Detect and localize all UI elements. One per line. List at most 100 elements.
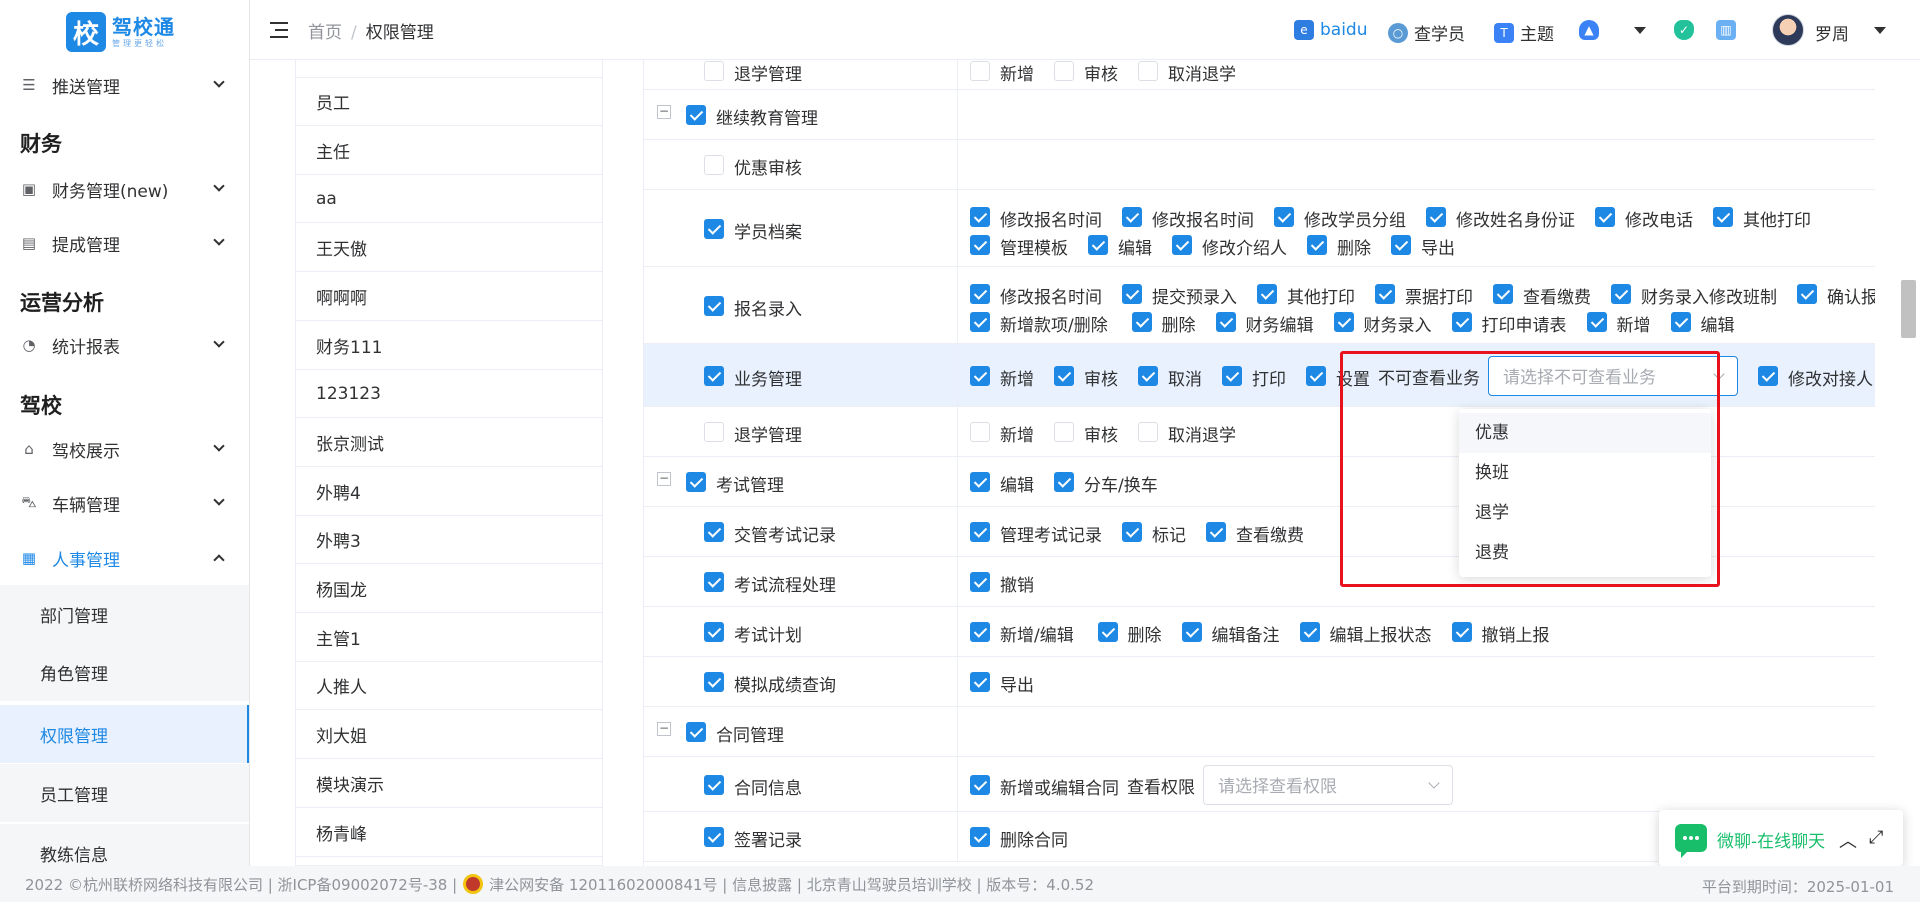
sidebar-subitem-staff[interactable]: 员工管理 bbox=[0, 764, 249, 822]
module-checkbox[interactable] bbox=[686, 105, 706, 125]
operation-checkbox[interactable] bbox=[1097, 622, 1118, 642]
role-row[interactable]: 外聘4 bbox=[296, 468, 602, 516]
operation-checkbox[interactable] bbox=[1299, 622, 1320, 642]
role-row[interactable]: 刘大姐 bbox=[296, 711, 602, 760]
sidebar-item-push[interactable]: ☰ 推送管理 bbox=[0, 62, 249, 108]
sidebar-item-finance[interactable]: ▣ 财务管理(new) bbox=[0, 166, 249, 212]
operation-checkbox[interactable] bbox=[970, 311, 990, 332]
operation-checkbox[interactable] bbox=[1375, 283, 1395, 304]
operation-checkbox[interactable] bbox=[1306, 365, 1326, 386]
role-row[interactable]: 张京测试 bbox=[296, 419, 602, 467]
module-checkbox[interactable] bbox=[704, 522, 724, 542]
scrollbar-thumb[interactable] bbox=[1901, 280, 1916, 338]
collapse-toggle-icon[interactable]: − bbox=[657, 105, 671, 119]
operation-checkbox[interactable] bbox=[1131, 311, 1152, 332]
role-row[interactable]: 主任 bbox=[296, 127, 602, 175]
operation-checkbox[interactable] bbox=[1138, 422, 1158, 442]
operation-checkbox[interactable] bbox=[970, 61, 990, 81]
operation-checkbox[interactable] bbox=[970, 472, 990, 492]
operation-checkbox[interactable] bbox=[1138, 61, 1158, 81]
security-button[interactable]: ✓ bbox=[1674, 20, 1700, 40]
sidebar-item-reports[interactable]: ◔ 统计报表 bbox=[0, 322, 249, 368]
operation-checkbox[interactable] bbox=[1122, 206, 1142, 227]
operation-checkbox[interactable] bbox=[970, 774, 990, 795]
user-dropdown[interactable] bbox=[1874, 27, 1886, 34]
operation-checkbox[interactable] bbox=[1670, 311, 1691, 332]
role-row[interactable]: 123123 bbox=[296, 370, 602, 419]
user-name[interactable]: 罗周 bbox=[1815, 20, 1849, 45]
operation-checkbox[interactable] bbox=[970, 672, 990, 692]
operation-checkbox[interactable] bbox=[1586, 311, 1607, 332]
operation-checkbox[interactable] bbox=[1054, 422, 1074, 442]
sidebar-subitem-departments[interactable]: 部门管理 bbox=[0, 585, 249, 643]
more-dropdown[interactable] bbox=[1634, 27, 1646, 34]
operation-checkbox[interactable] bbox=[1122, 283, 1142, 304]
module-checkbox[interactable] bbox=[704, 295, 724, 316]
online-chat-widget[interactable]: 微聊-在线聊天 ︿ ⤢ bbox=[1659, 810, 1903, 866]
operation-checkbox[interactable] bbox=[970, 572, 990, 592]
module-checkbox[interactable] bbox=[704, 61, 724, 81]
operation-checkbox[interactable] bbox=[970, 206, 990, 227]
operation-checkbox[interactable] bbox=[1122, 522, 1142, 542]
module-checkbox[interactable] bbox=[704, 572, 724, 592]
sidebar-subitem-roles[interactable]: 角色管理 bbox=[0, 643, 249, 701]
search-student-link[interactable]: ○ 查学员 bbox=[1388, 20, 1465, 45]
operation-checkbox[interactable] bbox=[970, 622, 990, 642]
operation-checkbox[interactable] bbox=[1215, 311, 1236, 332]
sidebar-item-commission[interactable]: ▤ 提成管理 bbox=[0, 220, 249, 266]
operation-checkbox[interactable] bbox=[1054, 472, 1074, 492]
module-checkbox[interactable] bbox=[704, 774, 724, 795]
expand-icon[interactable]: ⤢ bbox=[1869, 827, 1883, 848]
collapse-toggle-icon[interactable]: − bbox=[657, 722, 671, 736]
operation-checkbox[interactable] bbox=[1391, 234, 1411, 255]
role-row[interactable]: 王天傲 bbox=[296, 224, 602, 273]
role-row[interactable]: 模块演示 bbox=[296, 760, 602, 808]
role-row[interactable] bbox=[296, 60, 602, 78]
operation-checkbox[interactable] bbox=[1451, 311, 1472, 332]
operation-checkbox[interactable] bbox=[970, 522, 990, 542]
operation-checkbox[interactable] bbox=[1138, 365, 1158, 386]
operation-checkbox[interactable] bbox=[970, 365, 990, 386]
role-row[interactable]: 主管1 bbox=[296, 614, 602, 662]
operation-checkbox[interactable] bbox=[1172, 234, 1192, 255]
operation-checkbox[interactable] bbox=[1758, 365, 1778, 386]
operation-checkbox[interactable] bbox=[1426, 206, 1446, 227]
sidebar-item-hr[interactable]: ▦ 人事管理 bbox=[0, 535, 249, 581]
baidu-link[interactable]: e baidu bbox=[1294, 20, 1368, 40]
module-checkbox[interactable] bbox=[704, 827, 724, 847]
operation-checkbox[interactable] bbox=[1257, 283, 1277, 304]
operation-checkbox[interactable] bbox=[1088, 234, 1108, 255]
menu-collapse-icon[interactable] bbox=[270, 22, 288, 38]
business-select[interactable]: 请选择查看权限 bbox=[1203, 764, 1453, 805]
sidebar-subitem-permissions[interactable]: 权限管理 bbox=[0, 705, 249, 763]
operation-checkbox[interactable] bbox=[1222, 365, 1242, 386]
module-checkbox[interactable] bbox=[686, 472, 706, 492]
operation-checkbox[interactable] bbox=[1611, 283, 1631, 304]
breadcrumb-home[interactable]: 首页 bbox=[308, 23, 342, 43]
operation-checkbox[interactable] bbox=[1713, 206, 1733, 227]
role-row[interactable]: 杨青峰 bbox=[296, 809, 602, 857]
operation-checkbox[interactable] bbox=[970, 422, 990, 442]
role-row[interactable]: aa bbox=[296, 175, 602, 224]
operation-checkbox[interactable] bbox=[1206, 522, 1226, 542]
rocket-button[interactable]: ▲ bbox=[1579, 20, 1605, 40]
operation-checkbox[interactable] bbox=[1595, 206, 1615, 227]
role-row[interactable]: 员工 bbox=[296, 78, 602, 126]
sidebar-item-school-display[interactable]: ⌂ 驾校展示 bbox=[0, 426, 249, 472]
operation-checkbox[interactable] bbox=[1181, 622, 1202, 642]
chevron-up-icon[interactable]: ︿ bbox=[1839, 827, 1857, 853]
module-checkbox[interactable] bbox=[704, 218, 724, 239]
role-row[interactable]: 啊啊啊 bbox=[296, 273, 602, 321]
module-checkbox[interactable] bbox=[704, 155, 724, 175]
operation-checkbox[interactable] bbox=[970, 283, 990, 304]
theme-link[interactable]: T 主题 bbox=[1494, 20, 1554, 45]
sidebar-item-vehicles[interactable]: ⛍ 车辆管理 bbox=[0, 480, 249, 526]
operation-checkbox[interactable] bbox=[1274, 206, 1294, 227]
role-row[interactable]: 外聘3 bbox=[296, 516, 602, 565]
operation-checkbox[interactable] bbox=[1054, 365, 1074, 386]
module-checkbox[interactable] bbox=[686, 722, 706, 742]
dashboard-button[interactable]: ▥ bbox=[1716, 20, 1742, 40]
role-row[interactable]: 财务111 bbox=[296, 322, 602, 370]
collapse-toggle-icon[interactable]: − bbox=[657, 472, 671, 486]
module-checkbox[interactable] bbox=[704, 672, 724, 692]
